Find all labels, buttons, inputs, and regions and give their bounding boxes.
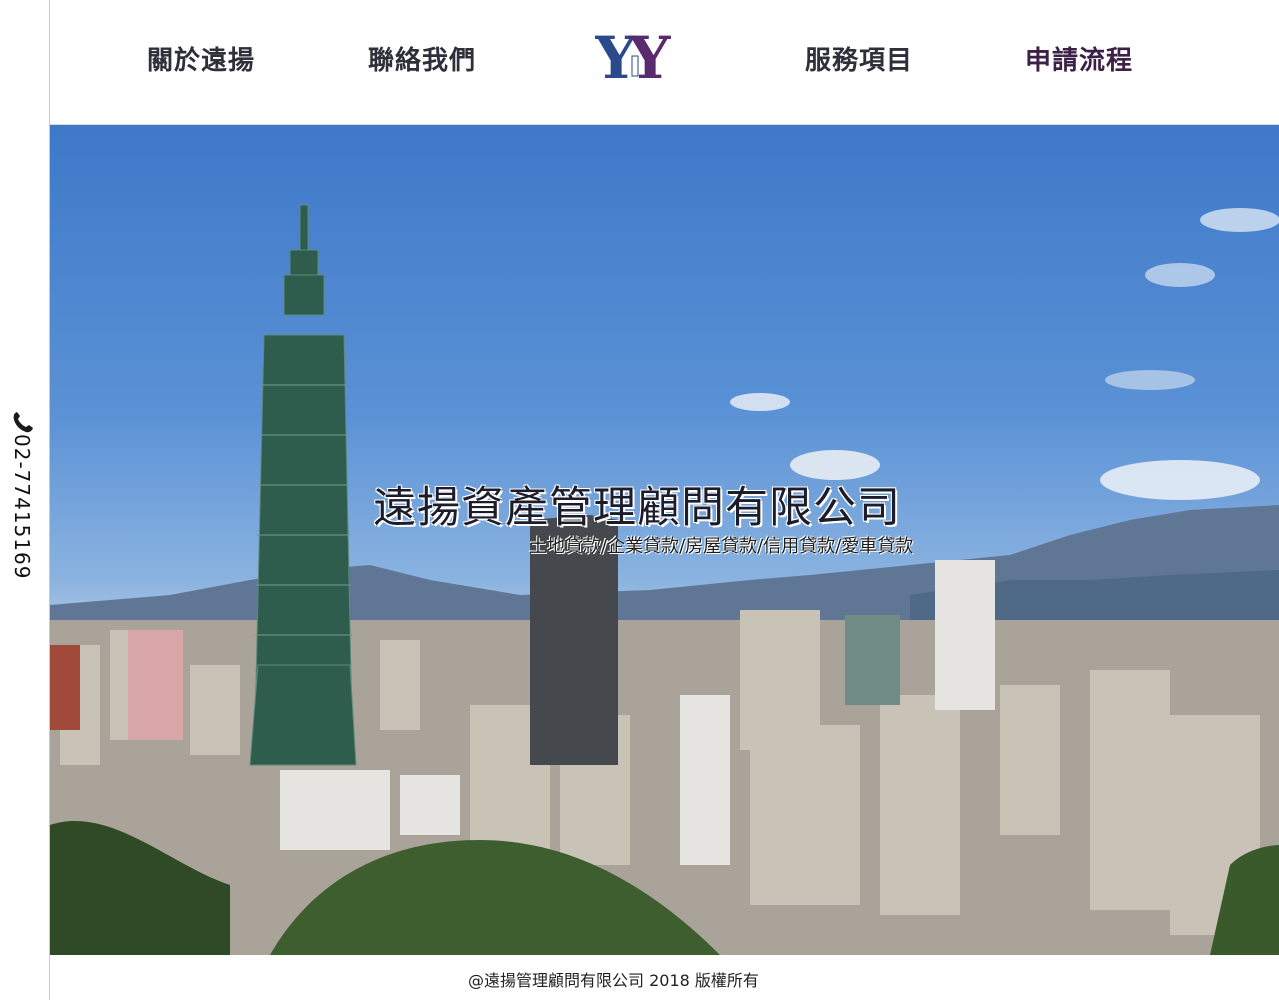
copyright-text: @遠揚管理顧問有限公司 2018 版權所有 <box>468 971 759 990</box>
hero-company-title: 遠揚資產管理顧問有限公司 <box>373 483 901 533</box>
phone-contact[interactable]: 02-77415169 <box>8 410 38 600</box>
nav-contact[interactable]: 聯絡我們 <box>368 40 476 77</box>
hero-services-subtitle: 土地貸款/企業貸款/房屋貸款/信用貸款/愛車貸款 <box>529 536 914 557</box>
phone-number: 02-77415169 <box>10 434 34 580</box>
footer: @遠揚管理顧問有限公司 2018 版權所有 <box>50 955 1279 1000</box>
top-navigation: 關於遠揚 聯絡我們 Y Y 服務項目 申請流程 <box>50 0 1279 125</box>
logo-building-mark <box>631 55 639 77</box>
nav-about[interactable]: 關於遠揚 <box>147 40 255 77</box>
nav-process[interactable]: 申請流程 <box>1025 40 1133 77</box>
nav-services[interactable]: 服務項目 <box>805 40 913 77</box>
left-sidebar: 02-77415169 <box>0 0 50 1000</box>
hero-banner: 遠揚資產管理顧問有限公司 土地貸款/企業貸款/房屋貸款/信用貸款/愛車貸款 <box>50 125 1279 955</box>
company-logo[interactable]: Y Y <box>595 28 685 82</box>
phone-icon <box>13 412 33 433</box>
